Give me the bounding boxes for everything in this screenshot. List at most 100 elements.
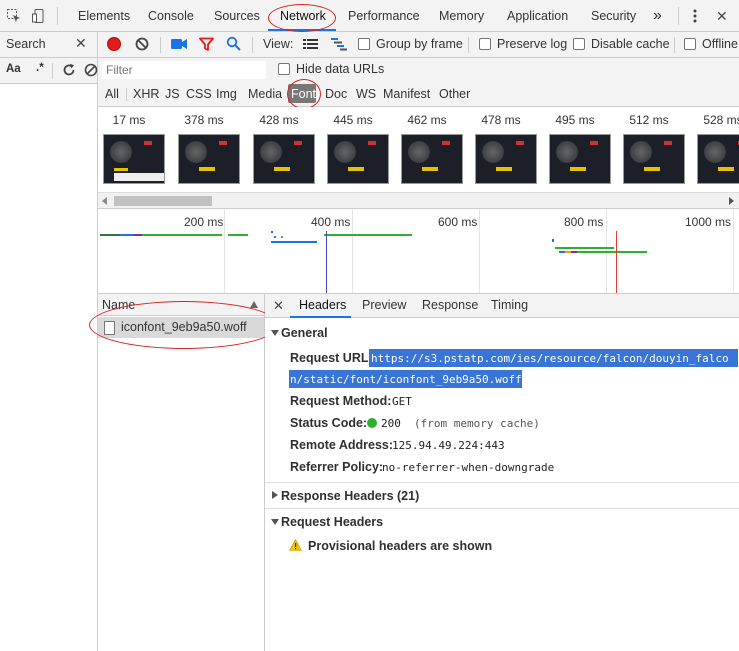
refresh-icon[interactable] <box>62 63 76 77</box>
status-code-value: 200 <box>381 417 401 430</box>
sort-ascending-icon <box>250 301 258 308</box>
regex-button[interactable]: .* <box>36 62 44 74</box>
filmstrip-frame[interactable]: 512 ms <box>618 107 685 187</box>
group-by-frame-checkbox[interactable] <box>358 38 370 50</box>
clear-search-icon[interactable] <box>84 63 98 77</box>
overview-gridline <box>733 209 734 293</box>
frame-time: 462 ms <box>407 113 447 127</box>
status-ok-icon <box>367 418 377 428</box>
filmstrip-frame[interactable]: 445 ms <box>322 107 389 187</box>
clear-log-icon[interactable] <box>135 37 149 51</box>
request-url-value-line2: n/static/font/iconfont_9eb9a50.woff <box>290 373 522 386</box>
overview-bar <box>142 234 222 236</box>
overview-bar <box>281 236 283 238</box>
overview-bar <box>274 236 276 238</box>
type-xhr[interactable]: XHR <box>133 87 159 101</box>
overview-bar <box>324 234 412 236</box>
overview-bar <box>100 234 120 236</box>
scroll-right-arrow[interactable] <box>729 197 734 205</box>
capture-screenshots-icon[interactable] <box>171 38 187 50</box>
overview-tick-label: 800 ms <box>564 215 604 229</box>
frame-thumbnail <box>253 134 315 184</box>
more-tabs-button[interactable]: » <box>653 0 662 32</box>
frame-thumbnail <box>549 134 611 184</box>
expand-triangle-open-icon[interactable] <box>271 330 279 336</box>
view-label: View: <box>263 37 294 51</box>
preserve-log-checkbox[interactable] <box>479 38 491 50</box>
tab-sources[interactable]: Sources <box>214 0 260 32</box>
filmstrip-frame[interactable]: 528 ms <box>692 107 739 187</box>
type-other[interactable]: Other <box>439 87 470 101</box>
filmstrip-scrollbar[interactable] <box>98 192 739 209</box>
waterfall-overview-icon[interactable] <box>331 38 347 51</box>
large-rows-icon[interactable] <box>303 38 318 51</box>
scrollbar-thumb[interactable] <box>114 196 212 206</box>
close-devtools-button[interactable]: ✕ <box>716 0 728 32</box>
type-media[interactable]: Media <box>248 87 282 101</box>
filter-input[interactable] <box>102 61 266 79</box>
record-button[interactable] <box>107 37 121 51</box>
search-pane-tools: Aa .* <box>0 58 98 84</box>
type-all[interactable]: All <box>105 87 119 101</box>
type-manifest[interactable]: Manifest <box>383 87 430 101</box>
response-headers-title[interactable]: Response Headers (21) <box>281 489 419 503</box>
filmstrip-frame[interactable]: 428 ms <box>248 107 315 187</box>
filmstrip-frame[interactable]: 495 ms <box>544 107 611 187</box>
filmstrip-frame[interactable]: 478 ms <box>470 107 537 187</box>
tab-security[interactable]: Security <box>591 0 636 32</box>
warning-icon <box>288 538 303 551</box>
request-method-value: GET <box>392 395 412 408</box>
overview-tick-label: 600 ms <box>438 215 478 229</box>
tab-timing[interactable]: Timing <box>491 294 528 318</box>
expand-triangle-open-icon[interactable] <box>271 519 279 525</box>
type-css[interactable]: CSS <box>186 87 212 101</box>
request-url-value-line1: https://s3.pstatp.com/ies/resource/falco… <box>371 352 729 365</box>
request-headers-title[interactable]: Request Headers <box>281 515 383 529</box>
type-doc[interactable]: Doc <box>325 87 347 101</box>
details-close-button[interactable]: ✕ <box>273 294 284 318</box>
hide-data-urls-label: Hide data URLs <box>296 62 385 76</box>
filmstrip-frame[interactable]: 378 ms <box>173 107 240 187</box>
hide-data-urls-checkbox[interactable] <box>278 63 290 75</box>
tab-response[interactable]: Response <box>422 294 478 318</box>
tab-memory[interactable]: Memory <box>439 0 484 32</box>
network-toolbar: View: Group by frame Preserve log Disabl… <box>98 32 739 58</box>
type-ws[interactable]: WS <box>356 87 376 101</box>
referrer-policy-value: no-referrer-when-downgrade <box>382 461 555 474</box>
filter-icon[interactable] <box>199 37 214 52</box>
tab-console[interactable]: Console <box>148 0 194 32</box>
filmstrip-frame[interactable]: 462 ms <box>396 107 463 187</box>
search-pane-close-button[interactable]: ✕ <box>75 35 87 52</box>
filmstrip-frame[interactable]: 17 ms <box>98 107 165 187</box>
frame-time: 445 ms <box>333 113 373 127</box>
disable-cache-checkbox[interactable] <box>573 38 585 50</box>
type-img[interactable]: Img <box>216 87 237 101</box>
match-case-button[interactable]: Aa <box>6 63 21 75</box>
frame-time: 17 ms <box>112 113 146 127</box>
scroll-left-arrow[interactable] <box>102 197 107 205</box>
search-icon[interactable] <box>226 36 241 51</box>
search-pane-header: Search ✕ <box>0 32 97 58</box>
overview-bar <box>555 247 614 249</box>
frame-time: 495 ms <box>555 113 595 127</box>
tab-headers[interactable]: Headers <box>299 294 346 318</box>
device-toolbar-icon[interactable] <box>31 8 47 24</box>
frame-time: 378 ms <box>184 113 224 127</box>
remote-address-value: 125.94.49.224:443 <box>392 439 505 452</box>
frame-time: 512 ms <box>629 113 669 127</box>
status-code-key: Status Code: <box>290 416 368 430</box>
annotation-request-row <box>89 301 279 349</box>
tab-preview[interactable]: Preview <box>362 294 406 318</box>
frame-thumbnail <box>401 134 463 184</box>
expand-triangle-closed-icon[interactable] <box>272 491 278 499</box>
tab-performance[interactable]: Performance <box>348 0 420 32</box>
offline-checkbox[interactable] <box>684 38 696 50</box>
general-section-title[interactable]: General <box>281 326 328 340</box>
annotation-network-tab <box>268 4 336 32</box>
section-divider <box>265 482 739 483</box>
kebab-menu-icon[interactable] <box>691 8 699 24</box>
type-js[interactable]: JS <box>165 87 180 101</box>
tab-elements[interactable]: Elements <box>78 0 130 32</box>
inspect-element-icon[interactable] <box>6 8 22 24</box>
tab-application[interactable]: Application <box>507 0 568 32</box>
